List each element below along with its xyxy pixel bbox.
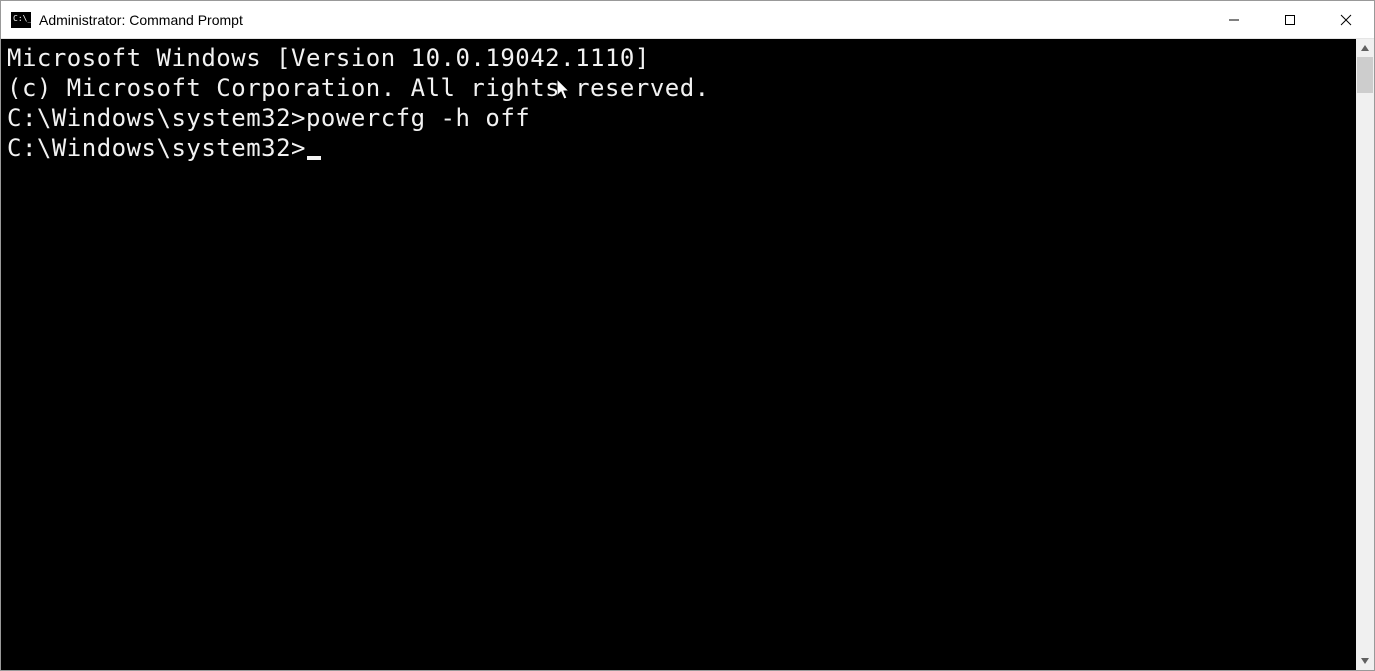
chevron-down-icon [1361,657,1369,665]
window-title: Administrator: Command Prompt [39,12,243,28]
chevron-up-icon [1361,44,1369,52]
version-line: Microsoft Windows [Version 10.0.19042.11… [7,43,1356,73]
window-controls [1206,1,1374,38]
terminal-container: Microsoft Windows [Version 10.0.19042.11… [1,39,1374,670]
window-titlebar[interactable]: Administrator: Command Prompt [1,1,1374,39]
minimize-button[interactable] [1206,1,1262,38]
command-1: powercfg -h off [306,104,530,132]
close-icon [1340,14,1352,26]
maximize-icon [1284,14,1296,26]
scroll-track[interactable] [1356,57,1374,652]
prompt-1: C:\Windows\system32> [7,104,306,132]
scroll-thumb[interactable] [1357,57,1373,93]
cmd-icon [11,12,31,28]
maximize-button[interactable] [1262,1,1318,38]
scroll-down-button[interactable] [1356,652,1374,670]
prompt-2: C:\Windows\system32> [7,134,306,162]
minimize-icon [1228,14,1240,26]
text-cursor [307,156,321,160]
current-prompt-line: C:\Windows\system32> [7,133,1356,163]
command-line-1: C:\Windows\system32>powercfg -h off [7,103,1356,133]
copyright-line: (c) Microsoft Corporation. All rights re… [7,73,1356,103]
vertical-scrollbar[interactable] [1356,39,1374,670]
close-button[interactable] [1318,1,1374,38]
scroll-up-button[interactable] [1356,39,1374,57]
terminal-output[interactable]: Microsoft Windows [Version 10.0.19042.11… [1,39,1356,670]
